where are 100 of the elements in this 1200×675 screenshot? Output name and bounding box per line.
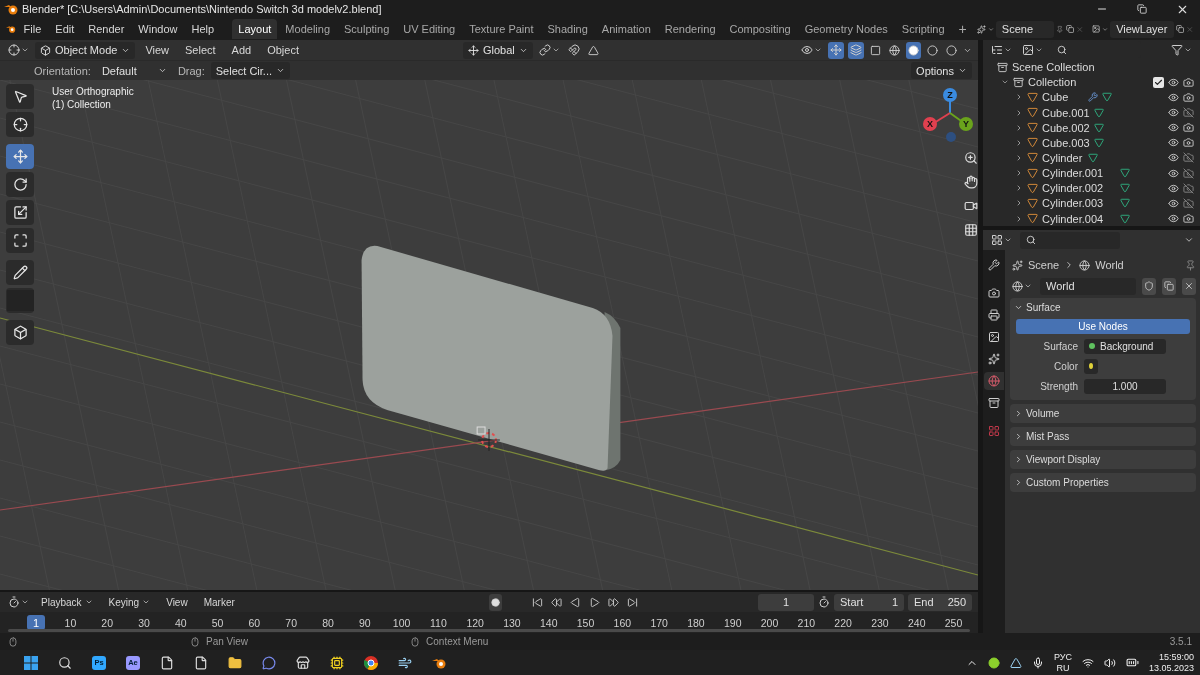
outliner-item[interactable]: Cylinder.002 (1042, 182, 1116, 195)
view-layer-field[interactable]: ViewLayer (1110, 20, 1175, 38)
menu-item[interactable]: Marker (197, 593, 241, 611)
clock-time[interactable]: 15:59:00 (1158, 651, 1194, 663)
frame-number: 210 (796, 616, 817, 629)
outliner-item[interactable]: Cylinder (1042, 151, 1084, 164)
frame-number: 110 (429, 616, 448, 629)
surface-field[interactable]: Background (1084, 338, 1166, 354)
frame-number: 240 (906, 616, 927, 629)
outliner-item[interactable]: Collection (1028, 76, 1077, 89)
panel-title[interactable]: Viewport Display (1026, 454, 1101, 465)
frame-number: 140 (539, 616, 559, 629)
frame-number: 170 (649, 616, 669, 629)
drag-label: Drag: (177, 64, 205, 77)
viewport-info-text: (1) Collection (52, 99, 112, 110)
clock-date[interactable]: 13.05.2023 (1148, 662, 1194, 674)
outliner-item[interactable]: Cylinder.001 (1042, 167, 1116, 180)
orientation-dropdown[interactable]: Global (463, 41, 533, 59)
options-dropdown[interactable]: Options (911, 62, 972, 79)
frame-number: 120 (465, 616, 485, 629)
status-hint: Context Menu (426, 636, 489, 647)
breadcrumb-item[interactable]: World (1095, 259, 1124, 271)
frame-number: 160 (612, 616, 633, 629)
field-label: Surface (1042, 340, 1078, 352)
workspace-tab[interactable]: Sculpting (338, 19, 396, 39)
add-workspace-button[interactable]: + (952, 18, 973, 40)
outliner-item[interactable]: Cylinder.004 (1042, 212, 1116, 225)
language-text[interactable]: RU (1056, 662, 1070, 674)
drag-dropdown[interactable]: Select Cir... (210, 62, 291, 79)
field-label: Color (1053, 360, 1078, 372)
orientation-dropdown[interactable]: Default (96, 62, 172, 79)
frame-number: 10 (63, 616, 78, 629)
workspace-tab[interactable]: Animation (595, 19, 657, 39)
menu-item[interactable]: Render (82, 20, 131, 38)
outliner-item[interactable]: Cube.002 (1042, 121, 1090, 134)
axis-ball[interactable]: X (923, 117, 937, 131)
scene-field[interactable]: Scene (995, 20, 1055, 38)
use-nodes-button[interactable]: Use Nodes (1016, 319, 1190, 334)
status-hint: Pan View (206, 636, 249, 647)
panel-title[interactable]: Surface (1026, 302, 1061, 313)
menu-item[interactable]: Select (179, 41, 222, 59)
menu-item[interactable]: Edit (49, 20, 81, 38)
menu-item[interactable]: Help (185, 20, 221, 38)
outliner-item[interactable]: Cylinder.003 (1042, 197, 1116, 210)
workspace-tab[interactable]: Texture Paint (463, 19, 540, 39)
field-label: Strength (1039, 380, 1078, 392)
workspace-tab[interactable]: Geometry Nodes (798, 19, 894, 39)
menu-item[interactable]: Playback (35, 593, 99, 611)
start-frame-field[interactable]: Start 1 (834, 593, 904, 611)
frame-number: 50 (210, 616, 225, 629)
menu-item[interactable]: Keying (102, 593, 157, 611)
outliner-item[interactable]: Scene Collection (1012, 61, 1095, 74)
menu-item[interactable]: File (17, 20, 48, 38)
frame-number: 230 (870, 616, 890, 629)
orientation-label: Orientation: (34, 64, 91, 77)
panel-title[interactable]: Mist Pass (1026, 431, 1070, 442)
strength-field[interactable]: 1.000 (1084, 378, 1166, 394)
frame-number: 40 (173, 616, 188, 629)
world-name-field[interactable]: World (1040, 277, 1136, 295)
viewport-info-text: User Orthographic (52, 86, 134, 97)
end-frame-field[interactable]: End 250 (908, 593, 972, 611)
window-title: Blender* [C:\Users\Admin\Documents\Nintendo Switch 3d modelv2.blend] (22, 3, 382, 15)
panel-title[interactable]: Custom Properties (1026, 477, 1109, 488)
frame-number: 200 (759, 616, 780, 629)
workspace-tab[interactable]: Modeling (279, 19, 336, 39)
language-text[interactable]: РУС (1053, 651, 1072, 663)
outliner-item[interactable]: Cube (1042, 91, 1084, 104)
frame-number: 70 (284, 616, 298, 629)
frame-number: 20 (100, 616, 115, 629)
frame-number: 190 (722, 616, 743, 629)
menu-item[interactable]: View (139, 41, 176, 59)
panel-title[interactable]: Volume (1026, 408, 1060, 419)
mode-dropdown[interactable]: Object Mode (35, 41, 136, 59)
frame-number: 60 (247, 616, 262, 629)
workspace-tab[interactable]: Scripting (895, 19, 951, 39)
workspace-tab[interactable]: Layout (232, 19, 278, 39)
breadcrumb-item[interactable]: Scene (1028, 259, 1060, 271)
frame-number: 90 (357, 616, 372, 629)
axis-ball[interactable]: Z (943, 88, 957, 102)
axis-ball[interactable]: Y (959, 117, 973, 131)
menu-item[interactable]: View (160, 593, 194, 611)
frame-number: 250 (943, 616, 964, 629)
frame-number: 220 (833, 616, 853, 629)
frame-number: 30 (137, 616, 151, 629)
outliner-item[interactable]: Cube.003 (1042, 136, 1090, 149)
version-text: 3.5.1 (1169, 636, 1192, 647)
menu-item[interactable]: Window (132, 20, 184, 38)
menu-item[interactable]: Object (261, 41, 305, 59)
outliner-item[interactable]: Cube.001 (1042, 106, 1090, 119)
workspace-tab[interactable]: Rendering (658, 19, 722, 39)
current-frame-field[interactable]: 1 (758, 593, 814, 611)
frame-number: 150 (575, 616, 596, 629)
frame-number: 100 (391, 616, 412, 629)
frame-number: 180 (686, 616, 706, 629)
frame-number: 80 (321, 616, 335, 629)
menu-item[interactable]: Add (225, 41, 258, 59)
workspace-tab[interactable]: Shading (541, 19, 594, 39)
workspace-tab[interactable]: Compositing (723, 19, 797, 39)
frame-number: 130 (502, 616, 522, 629)
workspace-tab[interactable]: UV Editing (397, 19, 462, 39)
